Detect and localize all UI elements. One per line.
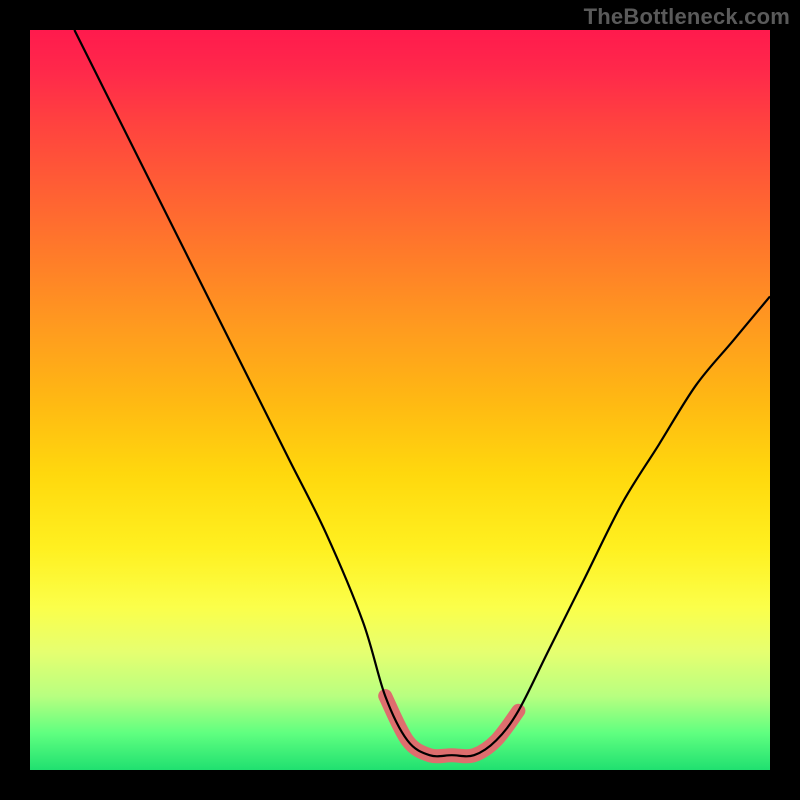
watermark-label: TheBottleneck.com	[584, 4, 790, 30]
plot-area	[30, 30, 770, 770]
optimal-range-highlight	[385, 696, 518, 756]
chart-frame: TheBottleneck.com	[0, 0, 800, 800]
chart-svg	[30, 30, 770, 770]
bottleneck-curve	[74, 30, 770, 756]
